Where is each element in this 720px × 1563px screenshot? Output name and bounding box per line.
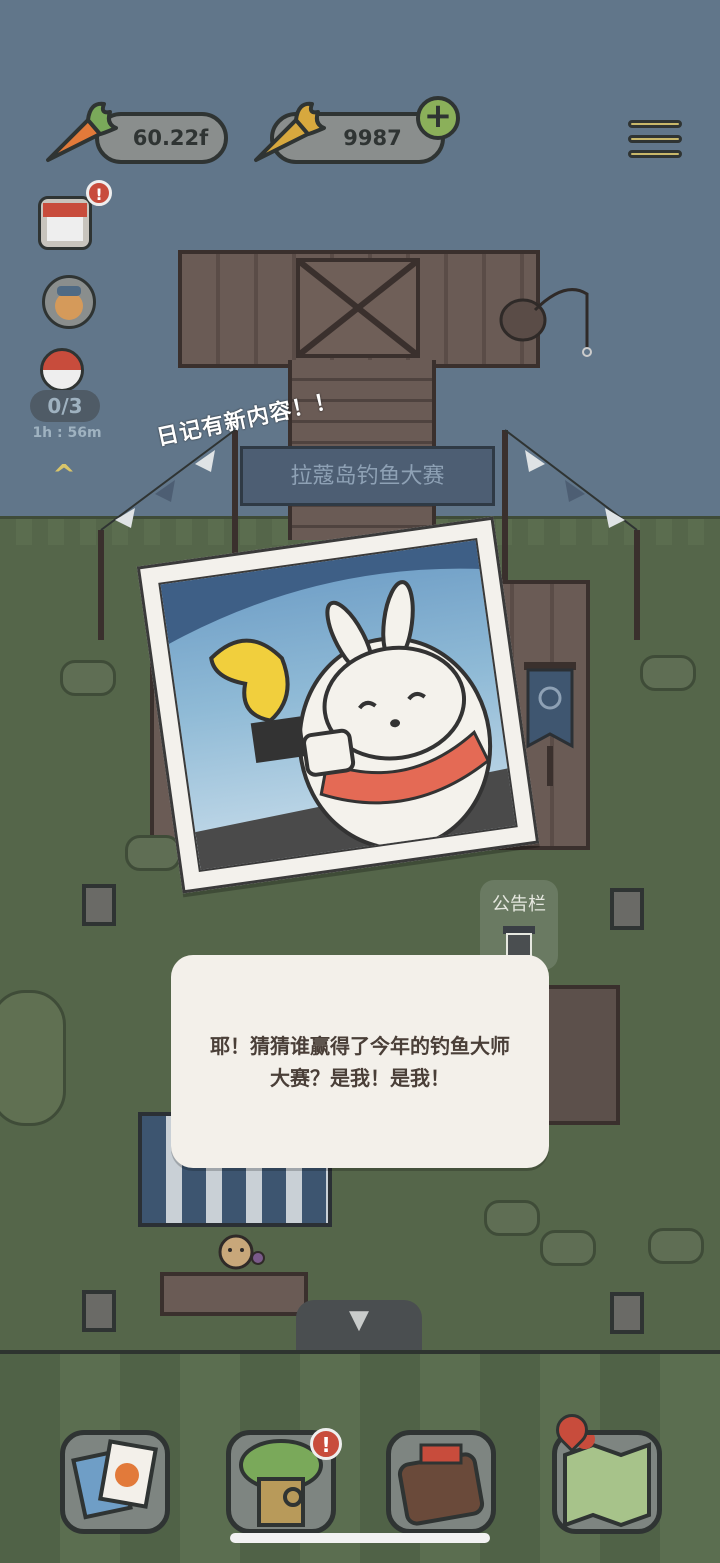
home-indicator[interactable] xyxy=(230,1533,490,1543)
photo-album-icon xyxy=(71,1439,159,1520)
market-stall-table[interactable] xyxy=(160,1272,308,1316)
currency-gold-carrots-value: 9987 xyxy=(343,126,402,150)
lantern-post xyxy=(82,884,116,926)
collapse-down-button[interactable]: ▼ xyxy=(296,1300,422,1350)
blue-flag xyxy=(522,660,578,794)
carrot-icon xyxy=(40,98,120,176)
nav-photo-album-button[interactable] xyxy=(60,1430,170,1534)
lantern-post xyxy=(610,888,644,930)
backpack-icon xyxy=(397,1443,485,1526)
tournament-banner: 拉蔻岛钓鱼大赛 xyxy=(240,446,495,506)
nav-backpack-button[interactable] xyxy=(386,1430,496,1534)
golden-carrot-icon xyxy=(248,98,328,176)
character-button[interactable] xyxy=(42,275,96,329)
add-currency-button[interactable]: + xyxy=(416,96,460,140)
bush xyxy=(125,835,181,871)
menu-icon-bar xyxy=(628,135,682,143)
shop-button[interactable] xyxy=(38,196,92,250)
bush xyxy=(648,1228,704,1264)
bush xyxy=(60,660,116,696)
plus-icon: + xyxy=(423,96,453,136)
lantern-post xyxy=(610,1292,644,1334)
dialog-text: 耶！猜猜谁赢得了今年的钓鱼大师大赛？是我！是我！ xyxy=(210,1033,510,1090)
bobber-timer: 1h : 56m xyxy=(32,425,102,441)
collapse-up-button[interactable]: ^ xyxy=(44,458,84,491)
notice-board-icon xyxy=(503,926,535,957)
bush xyxy=(484,1200,540,1236)
diary-photo[interactable] xyxy=(136,516,540,894)
bush xyxy=(540,1230,596,1266)
character-icon xyxy=(55,286,83,320)
tree xyxy=(0,990,66,1126)
notice-board[interactable] xyxy=(540,985,620,1125)
bobber-icon[interactable] xyxy=(40,348,84,392)
photo-scene xyxy=(158,538,518,872)
bush xyxy=(640,655,696,691)
notice-board-label: 公告栏 xyxy=(492,894,546,915)
menu-icon-bar xyxy=(628,150,682,158)
currency-coins-value: 60.22f xyxy=(132,126,209,150)
tree-house-alert-badge: ! xyxy=(310,1428,342,1460)
fishing-character[interactable] xyxy=(495,280,595,364)
menu-icon xyxy=(628,120,682,128)
wooden-crate xyxy=(296,258,420,358)
shop-stall-icon xyxy=(43,203,87,241)
lantern-post xyxy=(82,1290,116,1332)
bobber-count: 0/3 xyxy=(30,390,100,422)
shop-alert-badge: ! xyxy=(86,180,112,206)
hamburger-menu-button[interactable] xyxy=(628,120,682,166)
rabbit-trophy-illustration xyxy=(160,539,518,872)
dialog-box[interactable]: 耶！猜猜谁赢得了今年的钓鱼大师大赛？是我！是我！ xyxy=(171,955,549,1168)
